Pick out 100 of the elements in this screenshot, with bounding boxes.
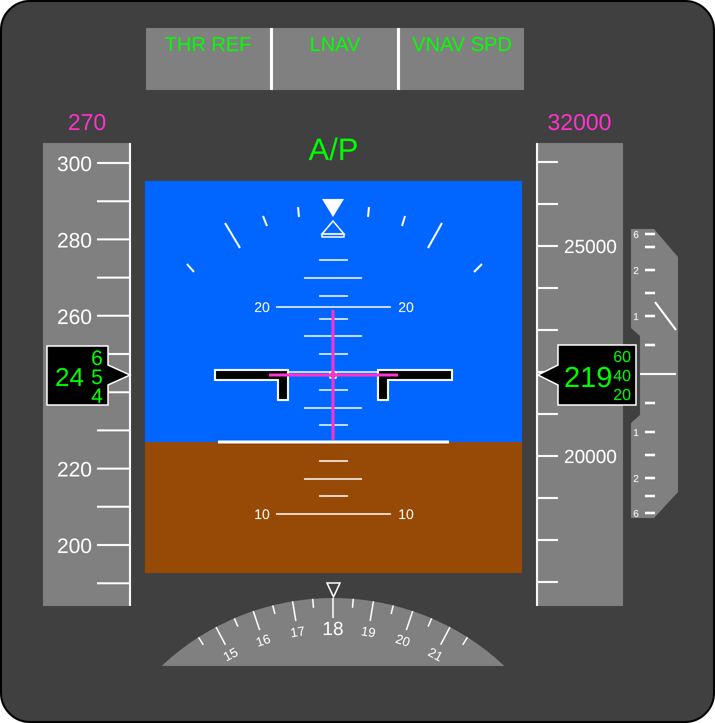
pitch-line bbox=[304, 407, 362, 409]
pitch-line bbox=[304, 335, 362, 337]
tick-mark bbox=[198, 636, 204, 646]
tick-mark bbox=[292, 601, 297, 622]
vsi-needle bbox=[654, 301, 677, 331]
tick-mark bbox=[538, 329, 558, 331]
speed-scale-label: 220 bbox=[56, 458, 92, 482]
heading-label: 19 bbox=[360, 623, 377, 640]
pitch-line bbox=[319, 389, 348, 391]
pitch-line bbox=[319, 295, 348, 297]
bank-tick bbox=[401, 216, 406, 226]
speed-readout: 24 bbox=[55, 362, 84, 392]
tick-mark bbox=[538, 245, 558, 247]
pitch-label: 10 bbox=[254, 506, 270, 522]
pitch-line bbox=[319, 318, 348, 320]
pitch-line bbox=[319, 259, 348, 261]
heading-label: 17 bbox=[289, 623, 306, 640]
altitude-rolling-digit: 60 bbox=[613, 349, 631, 366]
pitch-line bbox=[304, 478, 362, 480]
tick-mark bbox=[645, 402, 655, 404]
altitude-rolling-digit: 40 bbox=[613, 368, 631, 385]
tick-mark bbox=[97, 200, 129, 202]
tick-mark bbox=[645, 512, 655, 514]
tick-mark bbox=[97, 468, 129, 470]
bank-tick bbox=[224, 222, 241, 249]
bank-tick bbox=[186, 263, 195, 273]
bank-tick bbox=[297, 206, 300, 218]
tick-mark bbox=[538, 203, 558, 205]
tick-mark bbox=[215, 626, 226, 646]
autopilot-status: A/P bbox=[308, 132, 358, 168]
flight-mode-annunciator: THR REF bbox=[146, 28, 270, 90]
altitude-scale-label: 25000 bbox=[564, 237, 617, 258]
tick-mark bbox=[332, 598, 334, 618]
speed-scale-label: 300 bbox=[56, 153, 92, 176]
tick-mark bbox=[538, 287, 558, 289]
bank-tick bbox=[262, 216, 268, 226]
pitch-line bbox=[319, 353, 348, 355]
vsi-scale-label: 6 bbox=[633, 230, 639, 241]
tick-mark bbox=[462, 636, 468, 646]
tick-mark bbox=[645, 454, 655, 456]
pitch-line bbox=[304, 277, 362, 279]
tick-mark bbox=[538, 497, 558, 499]
vsi-scale-label: 6 bbox=[633, 509, 639, 519]
altitude-scale-label: 20000 bbox=[564, 447, 617, 468]
vsi-scale-label: 1 bbox=[633, 312, 639, 323]
tick-mark bbox=[645, 430, 655, 434]
tick-mark bbox=[427, 618, 432, 627]
bank-tick bbox=[473, 263, 483, 273]
tick-mark bbox=[538, 581, 558, 583]
pitch-label: 10 bbox=[398, 506, 414, 522]
tick-mark bbox=[440, 626, 451, 646]
altitude-readout: 219 bbox=[564, 362, 612, 394]
tick-mark bbox=[538, 413, 558, 415]
tick-mark bbox=[538, 161, 558, 163]
selected-altitude: 32000 bbox=[548, 108, 612, 136]
tick-mark bbox=[645, 292, 655, 294]
pitch-line bbox=[319, 495, 348, 497]
bank-pointer-icon bbox=[322, 199, 344, 217]
vsi-scale-label: 2 bbox=[633, 266, 639, 277]
bank-tick bbox=[427, 222, 443, 248]
tick-mark bbox=[538, 539, 558, 541]
flight-mode-annunciator: VNAV SPD bbox=[400, 28, 524, 90]
pitch-label: 20 bbox=[254, 299, 270, 315]
tick-mark bbox=[312, 598, 314, 608]
tick-mark bbox=[272, 605, 276, 614]
tick-mark bbox=[406, 610, 414, 630]
tick-mark bbox=[97, 238, 129, 240]
tick-mark bbox=[234, 618, 239, 627]
tick-mark bbox=[645, 494, 655, 498]
pitch-line bbox=[319, 460, 348, 462]
tick-mark bbox=[97, 582, 129, 584]
heading-label: 15 bbox=[220, 644, 240, 664]
vsi-scale-label: 1 bbox=[633, 428, 639, 439]
selected-speed: 270 bbox=[68, 108, 106, 136]
tick-mark bbox=[645, 268, 655, 272]
tick-mark bbox=[645, 314, 655, 318]
tick-mark bbox=[538, 455, 558, 457]
tick-mark bbox=[97, 506, 129, 508]
tick-mark bbox=[97, 276, 129, 279]
pitch-line bbox=[319, 424, 348, 426]
tick-mark bbox=[645, 344, 655, 346]
tick-mark bbox=[97, 314, 129, 317]
tick-mark bbox=[352, 598, 354, 608]
tick-mark bbox=[645, 476, 655, 480]
tick-mark bbox=[369, 601, 374, 622]
speed-scale-label: 260 bbox=[56, 306, 92, 329]
tick-mark bbox=[97, 429, 129, 432]
tick-mark bbox=[390, 605, 394, 614]
heading-label: 21 bbox=[426, 644, 446, 664]
flight-mode-annunciator: LNAV bbox=[273, 28, 397, 90]
heading-pointer-icon bbox=[326, 582, 342, 599]
speed-scale-label: 200 bbox=[56, 535, 92, 558]
roll-index-icon bbox=[320, 220, 346, 238]
vsi-scale-label: 2 bbox=[633, 474, 639, 485]
zero-line bbox=[640, 373, 676, 375]
tick-mark bbox=[252, 610, 260, 630]
tick-mark bbox=[97, 544, 129, 546]
altitude-rolling-digit: 20 bbox=[613, 387, 631, 404]
heading-label: 20 bbox=[394, 630, 412, 650]
pitch-label: 20 bbox=[398, 299, 414, 315]
